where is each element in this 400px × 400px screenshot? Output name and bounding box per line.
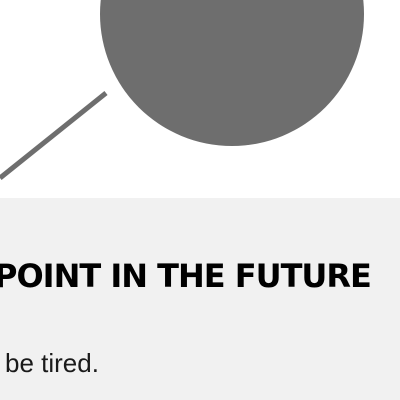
card-title: POINT IN THE FUTURE: [0, 257, 372, 295]
content-card: POINT IN THE FUTURE be tired.: [0, 198, 400, 400]
magnifier-handle-shape: [0, 91, 108, 180]
magnifier-lens-shape: [100, 0, 364, 146]
magnifier-illustration: [0, 0, 364, 180]
page: POINT IN THE FUTURE be tired.: [0, 0, 400, 400]
card-body-text: be tired.: [5, 348, 99, 378]
hero-illustration: [0, 0, 400, 198]
